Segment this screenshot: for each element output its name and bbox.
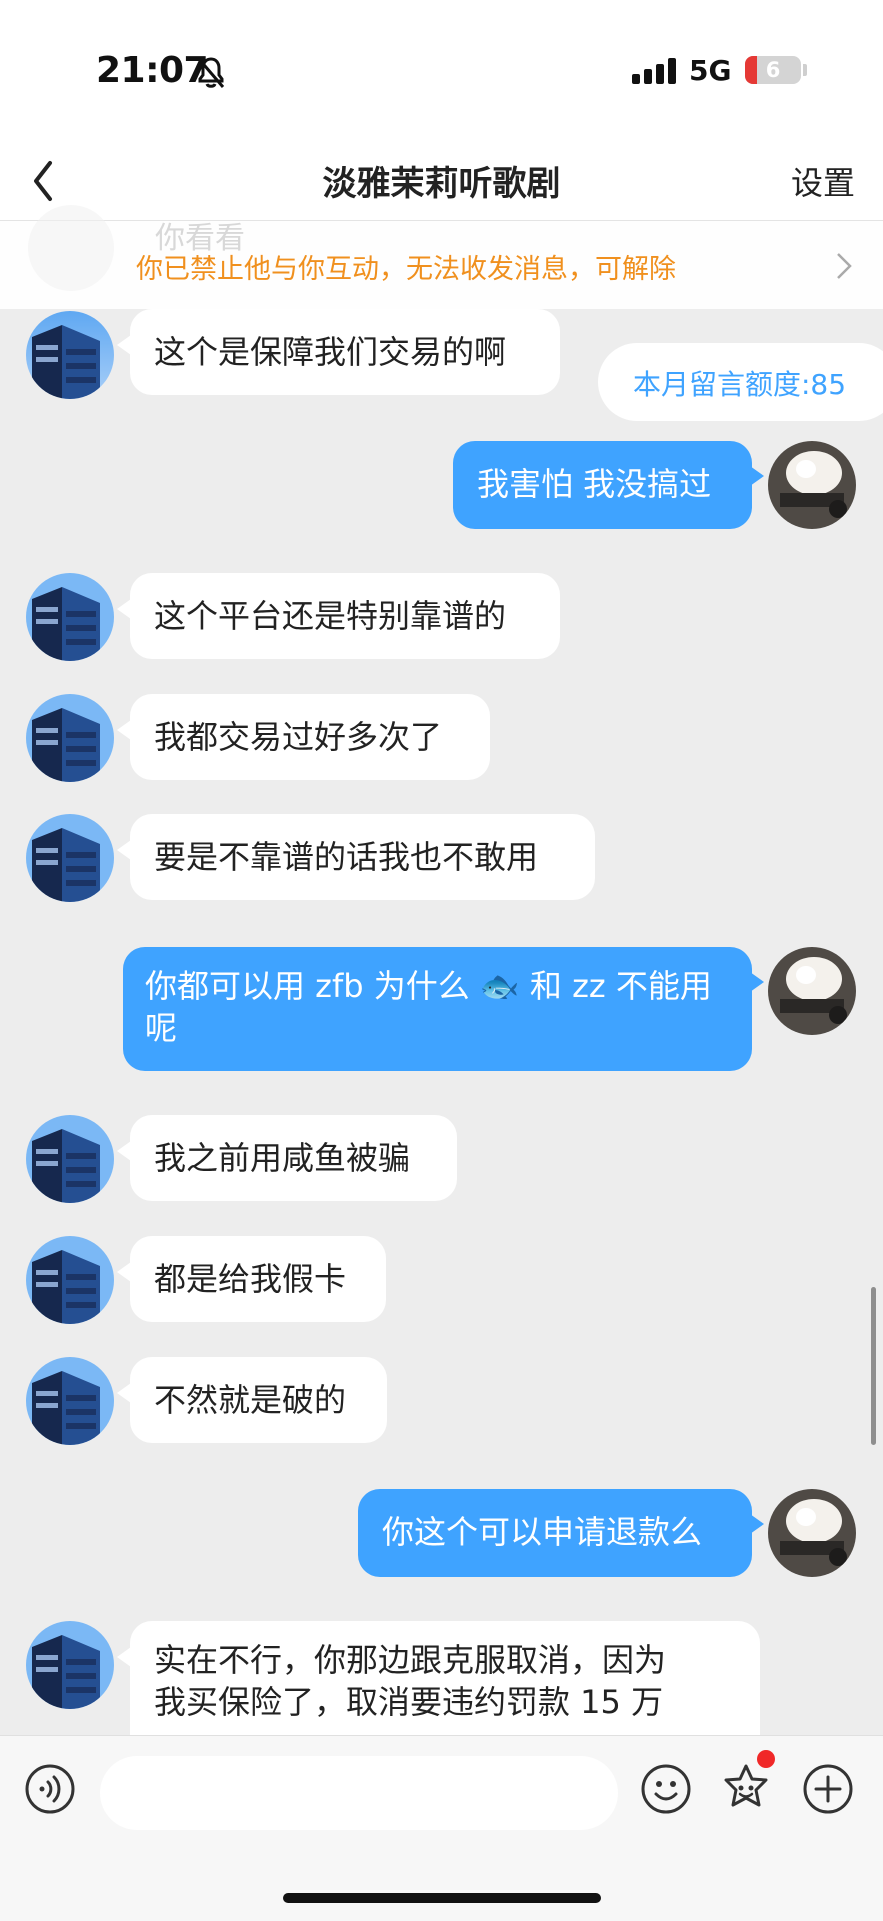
my-avatar[interactable] <box>768 441 856 529</box>
status-time: 21:07 <box>96 50 209 91</box>
ban-notice-bar[interactable]: 你看看 你已禁止他与你互动，无法收发消息，可解除 <box>0 205 883 309</box>
contact-avatar[interactable] <box>26 1236 114 1324</box>
contact-avatar[interactable] <box>26 1621 114 1709</box>
pet-photo-avatar-icon <box>768 1489 856 1577</box>
message-line: 我买保险了，取消要违约罚款 15 万 <box>154 1683 664 1721</box>
chat-title: 淡雅茉莉听歌剧 <box>322 164 561 204</box>
notification-dot <box>757 1750 775 1768</box>
chevron-right-icon <box>835 251 853 285</box>
bubble-tail <box>117 840 131 860</box>
contact-avatar[interactable] <box>26 1357 114 1445</box>
message-bubble-incoming[interactable]: 我之前用咸鱼被骗 <box>130 1115 457 1201</box>
message-bubble-incoming[interactable]: 这个平台还是特别靠谱的 <box>130 573 560 659</box>
plus-circle-icon[interactable] <box>802 1763 854 1819</box>
ban-notice-text: 你已禁止他与你互动，无法收发消息，可解除 <box>136 254 676 285</box>
message-input[interactable] <box>100 1756 618 1830</box>
building-avatar-icon <box>26 1357 114 1445</box>
bubble-tail <box>117 720 131 740</box>
message-bubble-incoming[interactable]: 这个是保障我们交易的啊 <box>130 309 560 395</box>
bubble-tail <box>117 1141 131 1161</box>
smiley-icon[interactable] <box>640 1763 692 1819</box>
voice-icon[interactable] <box>24 1763 76 1819</box>
contact-avatar[interactable] <box>26 311 114 399</box>
message-bubble-incoming[interactable]: 都是给我假卡 <box>130 1236 386 1322</box>
my-avatar[interactable] <box>768 947 856 1035</box>
message-line: 呢 <box>145 1009 178 1047</box>
scrollbar[interactable] <box>871 1287 876 1445</box>
home-indicator <box>283 1893 601 1903</box>
building-avatar-icon <box>26 814 114 902</box>
contact-avatar[interactable] <box>26 694 114 782</box>
building-avatar-icon <box>26 1115 114 1203</box>
message-line: 你都可以用 zfb 为什么 🐟 和 zz 不能用 <box>145 965 730 1007</box>
building-avatar-icon <box>26 311 114 399</box>
message-bubble-outgoing[interactable]: 我害怕 我没搞过 <box>453 441 752 529</box>
signal-icon <box>632 58 678 88</box>
message-line: 实在不行，你那边跟克服取消，因为 <box>154 1641 667 1679</box>
pet-photo-avatar-icon <box>768 947 856 1035</box>
battery-tip <box>803 64 807 76</box>
bubble-tail <box>117 335 131 355</box>
nav-bar: 淡雅茉莉听歌剧 设置 <box>0 140 883 221</box>
network-type: 5G <box>689 54 732 87</box>
battery-indicator: 6 <box>745 56 801 84</box>
message-bubble-outgoing[interactable]: 你这个可以申请退款么 <box>358 1489 752 1577</box>
bubble-tail <box>117 1647 131 1667</box>
building-avatar-icon <box>26 573 114 661</box>
building-avatar-icon <box>26 1621 114 1709</box>
message-bubble-incoming[interactable]: 实在不行，你那边跟克服取消，因为 我买保险了，取消要违约罚款 15 万 <box>130 1621 760 1735</box>
bubble-tail <box>750 1514 764 1534</box>
pet-photo-avatar-icon <box>768 441 856 529</box>
contact-avatar[interactable] <box>26 573 114 661</box>
bell-slash-icon <box>196 56 226 94</box>
bubble-tail <box>750 972 764 992</box>
quota-label: 本月留言额度:85 <box>633 368 847 401</box>
input-bar <box>0 1735 883 1921</box>
status-bar: 21:07 5G 6 <box>0 0 883 140</box>
building-avatar-icon <box>26 1236 114 1324</box>
bubble-tail <box>117 1383 131 1403</box>
my-avatar[interactable] <box>768 1489 856 1577</box>
message-bubble-incoming[interactable]: 要是不靠谱的话我也不敢用 <box>130 814 595 900</box>
fish-emoji: 🐟 <box>479 967 520 1005</box>
bubble-tail <box>750 466 764 486</box>
faded-avatar <box>28 205 114 291</box>
message-bubble-incoming[interactable]: 我都交易过好多次了 <box>130 694 490 780</box>
bubble-tail <box>117 1262 131 1282</box>
message-bubble-incoming[interactable]: 不然就是破的 <box>130 1357 387 1443</box>
bubble-tail <box>117 599 131 619</box>
chat-area[interactable]: 本月留言额度:85 这个是保障我们交易的啊 我害怕 我没搞过 这个平台还是特别靠… <box>0 309 883 1735</box>
contact-avatar[interactable] <box>26 814 114 902</box>
sticker-icon[interactable] <box>718 1761 774 1821</box>
settings-button[interactable]: 设置 <box>791 158 855 204</box>
message-text: 和 zz 不能用 <box>519 967 712 1005</box>
message-text: 你都可以用 zfb 为什么 <box>145 967 480 1005</box>
message-bubble-outgoing[interactable]: 你都可以用 zfb 为什么 🐟 和 zz 不能用 呢 <box>123 947 752 1071</box>
contact-avatar[interactable] <box>26 1115 114 1203</box>
battery-level: 6 <box>765 58 781 82</box>
building-avatar-icon <box>26 694 114 782</box>
